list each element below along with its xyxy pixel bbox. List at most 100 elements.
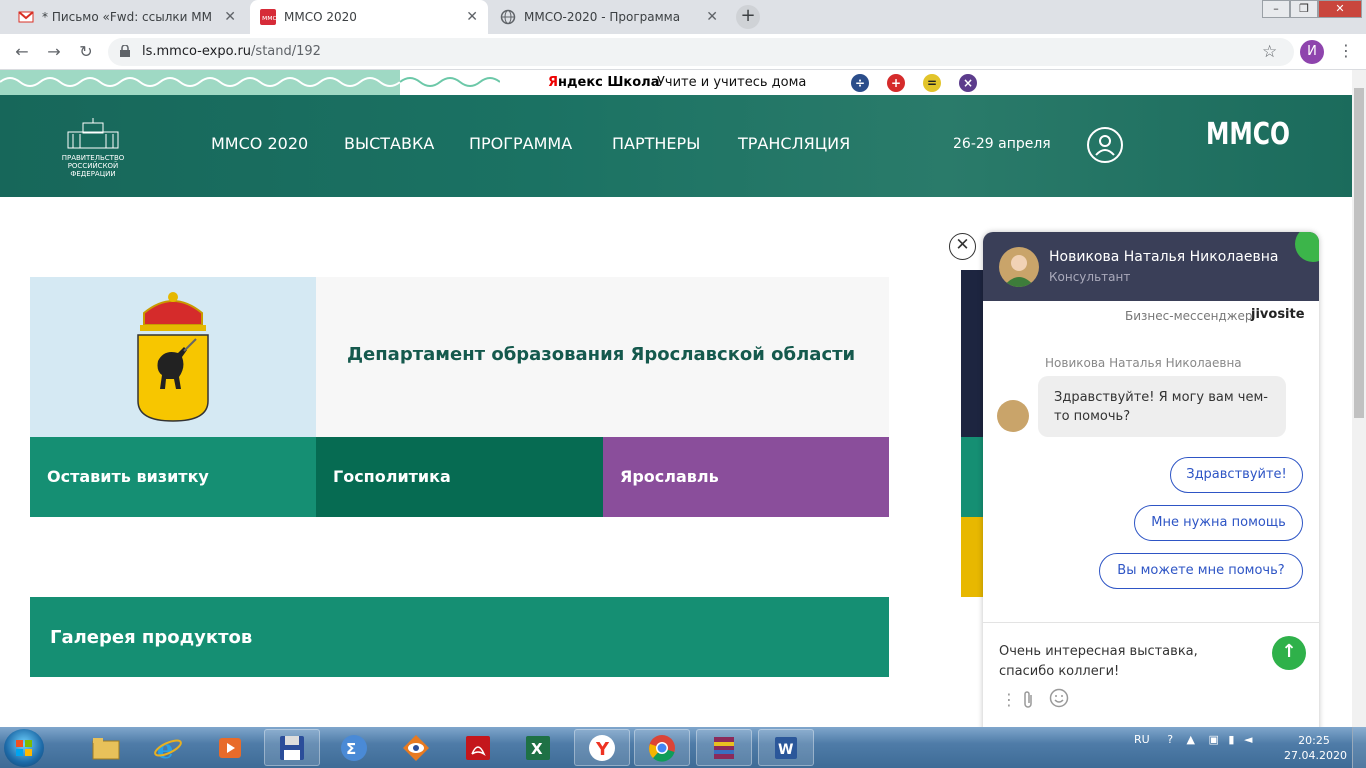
back-icon[interactable]: ← <box>12 42 32 62</box>
tab-label: ММСО-2020 - Программа <box>524 10 681 24</box>
reload-icon[interactable]: ↻ <box>76 42 96 62</box>
svg-text:X: X <box>531 740 543 758</box>
send-arrow-icon[interactable]: ↑ <box>1272 636 1306 670</box>
quick-reply-need-help[interactable]: Мне нужна помощь <box>1134 505 1303 541</box>
adobe-reader-icon[interactable] <box>454 729 502 766</box>
file-explorer-icon[interactable] <box>82 729 130 766</box>
product-gallery-button[interactable]: Галерея продуктов <box>30 597 889 677</box>
system-tray[interactable]: RU ? ▲ ▣ ▮ ◄ <box>1134 733 1252 746</box>
yandex-browser-icon[interactable]: Y <box>574 729 630 766</box>
svg-text:ммсо: ммсо <box>262 14 276 22</box>
close-chat-button[interactable]: ✕ <box>949 233 976 260</box>
government-logo-text: ПРАВИТЕЛЬСТВО РОССИЙСКОЙ ФЕДЕРАЦИИ <box>61 154 125 178</box>
clock-time: 20:25 <box>1298 734 1330 747</box>
language-indicator[interactable]: RU <box>1134 733 1150 746</box>
yandex-slogan: Учите и учитесь дома <box>657 75 807 90</box>
forward-icon[interactable]: → <box>44 42 64 62</box>
jivosite-logo[interactable]: jivosite <box>1251 307 1305 322</box>
save-disk-app-icon[interactable] <box>264 729 320 766</box>
department-title: Департамент образования Ярославской обла… <box>347 344 856 365</box>
system-clock[interactable]: 20:25 27.04.2020 <box>1284 733 1347 763</box>
side-button-teal[interactable] <box>961 437 985 517</box>
operator-role: Консультант <box>1049 270 1131 284</box>
address-bar[interactable]: ls.mmco-expo.ru/stand/192 <box>108 38 1294 66</box>
state-policy-button[interactable]: Госполитика <box>316 437 603 517</box>
show-desktop-button[interactable] <box>1352 727 1366 768</box>
nav-exhibition[interactable]: ВЫСТАВКА <box>344 134 434 153</box>
browser-toolbar: ← → ↻ ls.mmco-expo.ru/stand/192 ☆ И ⋮ <box>0 34 1366 70</box>
svg-text:Y: Y <box>595 739 610 760</box>
profile-avatar[interactable]: И <box>1300 40 1324 64</box>
mmco-logo[interactable]: ММСО <box>1206 118 1290 174</box>
url-path: /stand/192 <box>251 44 321 59</box>
math-formula-app-icon[interactable]: Σ <box>330 729 378 766</box>
tab-program[interactable]: ММСО-2020 - Программа ✕ <box>490 0 728 34</box>
quick-reply-can-you-help[interactable]: Вы можете мне помочь? <box>1099 553 1303 589</box>
network-icon[interactable]: ▣ <box>1209 733 1219 746</box>
leave-business-card-button[interactable]: Оставить визитку <box>30 437 316 517</box>
chat-widget: Новикова Наталья Николаевна Консультант … <box>983 232 1319 732</box>
scrollbar-thumb[interactable] <box>1354 88 1364 418</box>
media-player-icon[interactable] <box>206 729 254 766</box>
chat-message-input[interactable]: Очень интересная выставка, спасибо колле… <box>999 642 1229 682</box>
lock-icon[interactable] <box>120 45 130 57</box>
nav-program[interactable]: ПРОГРАММА <box>469 134 572 153</box>
show-hidden-icons-icon[interactable]: ▲ <box>1187 733 1195 746</box>
event-dates: 26-29 апреля <box>953 136 1051 152</box>
online-status-indicator <box>1295 232 1319 262</box>
gmail-icon <box>18 9 34 25</box>
winrar-icon[interactable] <box>696 729 752 766</box>
svg-text:ММСО: ММСО <box>1206 118 1290 152</box>
close-tab-icon[interactable]: ✕ <box>224 9 236 25</box>
message-author-avatar <box>997 400 1029 432</box>
clock-date: 27.04.2020 <box>1284 749 1347 762</box>
bookmark-star-icon[interactable]: ☆ <box>1262 42 1277 62</box>
start-button[interactable] <box>4 729 44 767</box>
side-button-yellow[interactable] <box>961 517 985 597</box>
operator-message: Здравствуйте! Я могу вам чем-то помочь? <box>1038 376 1286 437</box>
chrome-icon[interactable] <box>634 729 690 766</box>
user-account-icon[interactable] <box>1087 127 1123 163</box>
word-icon[interactable]: W <box>758 729 814 766</box>
globe-icon <box>500 9 516 25</box>
quick-reply-hello[interactable]: Здравствуйте! <box>1170 457 1303 493</box>
tab-gmail[interactable]: * Письмо «Fwd: ссылки ММСО» ✕ <box>8 0 246 34</box>
new-tab-button[interactable]: + <box>736 5 760 29</box>
yaroslavl-coat-of-arms-icon <box>137 292 209 422</box>
svg-text:Σ: Σ <box>346 740 356 758</box>
multiply-icon: × <box>959 74 977 92</box>
nav-mmco-2020[interactable]: ММСО 2020 <box>211 134 308 153</box>
power-icon[interactable]: ▮ <box>1228 733 1234 746</box>
close-tab-icon[interactable]: ✕ <box>466 9 478 25</box>
powered-by-label: Бизнес-мессенджер <box>1125 309 1253 323</box>
close-window-button[interactable]: ✕ <box>1318 0 1362 18</box>
svg-text:W: W <box>778 742 793 758</box>
site-icon: ммсо <box>260 9 281 25</box>
equals-icon: = <box>923 74 941 92</box>
operator-name: Новикова Наталья Николаевна <box>1049 249 1279 265</box>
internet-explorer-icon[interactable]: e <box>144 729 192 766</box>
excel-icon[interactable]: X <box>514 729 562 766</box>
coat-of-arms-panel <box>30 277 316 437</box>
url-host: ls.mmco-expo.ru <box>142 44 252 59</box>
plus-icon: + <box>887 74 905 92</box>
help-icon[interactable]: ? <box>1167 733 1173 746</box>
minimize-button[interactable]: – <box>1262 0 1290 18</box>
close-tab-icon[interactable]: ✕ <box>706 9 718 25</box>
browser-menu-icon[interactable]: ⋮ <box>1338 40 1354 62</box>
more-options-icon[interactable]: ⋮ <box>1001 690 1017 709</box>
yaroslavl-button[interactable]: Ярославль <box>603 437 889 517</box>
tab-label: * Письмо «Fwd: ссылки ММСО» <box>42 10 212 24</box>
maximize-button[interactable]: ❐ <box>1290 0 1318 18</box>
emoji-icon[interactable] <box>1049 688 1069 712</box>
divide-icon: ÷ <box>851 74 869 92</box>
tab-mmco[interactable]: ммсо ММСО 2020 ✕ <box>250 0 488 34</box>
nav-partners[interactable]: ПАРТНЕРЫ <box>612 134 700 153</box>
attachment-icon[interactable] <box>1021 690 1035 714</box>
volume-icon[interactable]: ◄ <box>1244 733 1252 746</box>
nav-broadcast[interactable]: ТРАНСЛЯЦИЯ <box>738 134 850 153</box>
government-logo[interactable]: ПРАВИТЕЛЬСТВО РОССИЙСКОЙ ФЕДЕРАЦИИ <box>58 118 128 178</box>
side-banner <box>961 270 985 437</box>
eye-app-icon[interactable] <box>392 729 440 766</box>
government-building-icon <box>67 118 119 149</box>
